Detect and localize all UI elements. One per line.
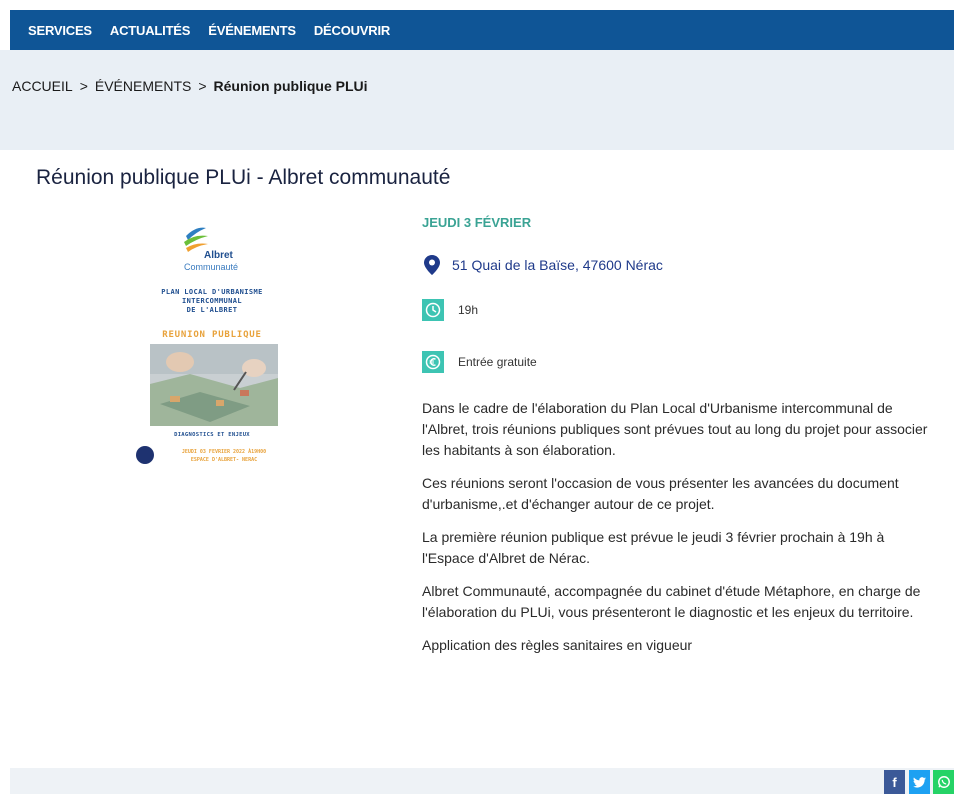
event-price: Entrée gratuite [458, 355, 537, 369]
event-description: Dans le cadre de l'élaboration du Plan L… [422, 398, 932, 668]
event-time: 19h [458, 303, 479, 317]
event-poster-image[interactable]: Albret Communauté PLAN LOCAL D'URBANISME… [134, 222, 290, 468]
poster-logo-sub: Communauté [184, 262, 239, 272]
poster-headline: REUNION PUBLIQUE [162, 330, 262, 340]
page-title: Réunion publique PLUi - Albret communaut… [36, 166, 451, 189]
breadcrumb: ACCUEIL > ÉVÉNEMENTS > Réunion publique … [12, 78, 368, 94]
event-time-row: 19h [422, 299, 478, 321]
clock-icon [422, 299, 444, 321]
description-paragraph: Application des règles sanitaires en vig… [422, 637, 693, 653]
breadcrumb-separator: > [198, 78, 207, 94]
breadcrumb-events-link[interactable]: ÉVÉNEMENTS [95, 78, 191, 94]
poster-plan-text: PLAN LOCAL D'URBANISME INTERCOMMUNAL DE … [161, 288, 263, 314]
description-paragraph: Albret Communauté, accompagnée du cabine… [422, 583, 921, 620]
nav-item-actualites[interactable]: ACTUALITÉS [110, 23, 191, 38]
poster-date-text: JEUDI 03 FEVRIER 2022 À19H00 ESPACE D'AL… [181, 449, 267, 463]
breadcrumb-band: ACCUEIL > ÉVÉNEMENTS > Réunion publique … [0, 50, 954, 150]
breadcrumb-current: Réunion publique PLUi [213, 78, 368, 94]
facebook-share-icon[interactable]: f [884, 770, 905, 794]
poster-logo-name: Albret [204, 250, 233, 261]
main-nav: SERVICES ACTUALITÉS ÉVÉNEMENTS DÉCOUVRIR [10, 10, 954, 50]
poster-subheading: DIAGNOSTICS ET ENJEUX [174, 432, 250, 438]
event-price-row: Entrée gratuite [422, 351, 537, 373]
map-pin-icon [424, 255, 440, 275]
whatsapp-share-icon[interactable] [933, 770, 954, 794]
event-date: JEUDI 3 FÉVRIER [422, 215, 532, 230]
footer-band [10, 768, 954, 794]
breadcrumb-separator: > [79, 78, 88, 94]
poster-photo [150, 344, 278, 426]
nav-item-evenements[interactable]: ÉVÉNEMENTS [208, 23, 296, 38]
albret-logo-icon [184, 227, 208, 252]
description-paragraph: La première réunion publique est prévue … [422, 529, 885, 566]
description-paragraph: Dans le cadre de l'élaboration du Plan L… [422, 400, 928, 458]
description-paragraph: Ces réunions seront l'occasion de vous p… [422, 475, 899, 512]
nav-item-services[interactable]: SERVICES [28, 23, 92, 38]
event-address[interactable]: 51 Quai de la Baïse, 47600 Nérac [452, 257, 663, 273]
twitter-share-icon[interactable] [909, 770, 930, 794]
euro-icon [422, 351, 444, 373]
event-address-row: 51 Quai de la Baïse, 47600 Nérac [422, 255, 663, 275]
poster-seal-icon [136, 446, 154, 464]
nav-item-decouvrir[interactable]: DÉCOUVRIR [314, 23, 390, 38]
breadcrumb-home-link[interactable]: ACCUEIL [12, 78, 73, 94]
